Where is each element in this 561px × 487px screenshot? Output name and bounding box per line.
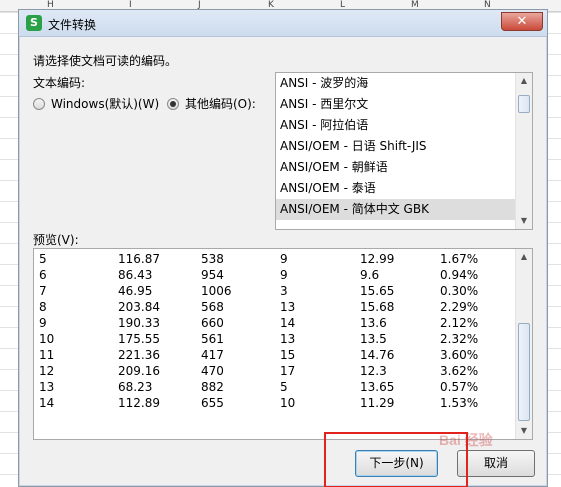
- preview-cell: 13: [39, 380, 55, 394]
- preview-cell: 17: [280, 364, 296, 378]
- preview-cell: 11.29: [360, 396, 395, 410]
- wps-logo-icon: S: [26, 15, 42, 31]
- preview-cell: 12.3: [360, 364, 387, 378]
- preview-cell: 2.29%: [440, 300, 479, 314]
- preview-cell: 538: [201, 252, 224, 266]
- scroll-up-arrow-icon[interactable]: ▲: [516, 249, 532, 265]
- file-conversion-dialog: S 文件转换 ✕ 请选择使文档可读的编码。 文本编码: Windows(默认)(…: [18, 9, 548, 487]
- radio-windows-label: Windows(默认)(W): [51, 97, 160, 111]
- preview-cell: 655: [201, 396, 224, 410]
- dialog-title: 文件转换: [48, 18, 97, 32]
- preview-cell: 12: [39, 364, 55, 378]
- preview-cell: 9: [39, 316, 47, 330]
- preview-cell: 175.55: [118, 332, 160, 346]
- preview-cell: 15.68: [360, 300, 395, 314]
- preview-cell: 3.60%: [440, 348, 479, 362]
- preview-cell: 9.6: [360, 268, 380, 282]
- preview-cell: 13: [280, 332, 296, 346]
- preview-cell: 14.76: [360, 348, 395, 362]
- preview-cell: 8: [39, 300, 47, 314]
- cancel-button[interactable]: 取消: [457, 450, 535, 477]
- preview-cell: 9: [280, 252, 288, 266]
- radio-other-label: 其他编码(O):: [185, 97, 256, 111]
- preview-cell: 2.32%: [440, 332, 479, 346]
- preview-cell: 0.94%: [440, 268, 479, 282]
- preview-cell: 6: [39, 268, 47, 282]
- preview-cell: 116.87: [118, 252, 160, 266]
- preview-cell: 203.84: [118, 300, 160, 314]
- encoding-list[interactable]: ANSI - 波罗的海 ANSI - 西里尔文 ANSI - 阿拉伯语 ANSI…: [275, 72, 533, 230]
- preview-cell: 3: [280, 284, 288, 298]
- preview-cell: 0.57%: [440, 380, 479, 394]
- preview-cell: 417: [201, 348, 224, 362]
- next-button[interactable]: 下一步(N): [355, 450, 438, 477]
- preview-cell: 221.36: [118, 348, 160, 362]
- preview-cell: 10: [280, 396, 296, 410]
- encoding-prompt: 请选择使文档可读的编码。: [33, 54, 178, 68]
- preview-cell: 5: [39, 252, 47, 266]
- preview-cell: 1.53%: [440, 396, 479, 410]
- scroll-up-arrow-icon[interactable]: ▲: [516, 73, 532, 89]
- preview-cell: 660: [201, 316, 224, 330]
- preview-cell: 5: [280, 380, 288, 394]
- encoding-list-scrollbar[interactable]: ▲ ▼: [515, 73, 532, 229]
- preview-cell: 7: [39, 284, 47, 298]
- preview-cell: 86.43: [118, 268, 153, 282]
- preview-cell: 14: [280, 316, 296, 330]
- preview-cell: 13.65: [360, 380, 395, 394]
- preview-cell: 1.67%: [440, 252, 479, 266]
- preview-cell: 13: [280, 300, 296, 314]
- preview-cell: 9: [280, 268, 288, 282]
- radio-windows-default[interactable]: Windows(默认)(W): [33, 95, 159, 112]
- preview-label: 预览(V):: [33, 233, 79, 247]
- preview-cell: 1006: [201, 284, 232, 298]
- encoding-option[interactable]: ANSI/OEM - 日语 Shift-JIS: [276, 136, 532, 157]
- scroll-down-arrow-icon[interactable]: ▼: [516, 423, 532, 439]
- scrollbar-thumb[interactable]: [518, 95, 530, 113]
- preview-cell: 46.95: [118, 284, 153, 298]
- preview-cell: 13.5: [360, 332, 387, 346]
- preview-cell: 15: [280, 348, 296, 362]
- preview-cell: 3.62%: [440, 364, 479, 378]
- preview-cell: 0.30%: [440, 284, 479, 298]
- encoding-option[interactable]: ANSI - 西里尔文: [276, 94, 532, 115]
- preview-cell: 2.12%: [440, 316, 479, 330]
- preview-cell: 209.16: [118, 364, 160, 378]
- encoding-option[interactable]: ANSI/OEM - 泰语: [276, 178, 532, 199]
- encoding-option-selected[interactable]: ANSI/OEM - 简体中文 GBK: [276, 199, 532, 220]
- preview-cell: 190.33: [118, 316, 160, 330]
- preview-cell: 112.89: [118, 396, 160, 410]
- preview-cell: 10: [39, 332, 55, 346]
- dialog-titlebar[interactable]: S 文件转换 ✕: [19, 10, 547, 37]
- radio-circle[interactable]: [33, 97, 45, 110]
- preview-cell: 561: [201, 332, 224, 346]
- preview-cell: 568: [201, 300, 224, 314]
- preview-pane[interactable]: 5 116.87 538 9 12.99 1.67% 6 86.43 954 9 9.6 0.94% 7…: [33, 248, 533, 440]
- close-button[interactable]: ✕: [501, 12, 543, 31]
- preview-cell: 470: [201, 364, 224, 378]
- encoding-option[interactable]: ANSI - 波罗的海: [276, 73, 532, 94]
- preview-cell: 13.6: [360, 316, 387, 330]
- preview-cell: 882: [201, 380, 224, 394]
- encoding-option[interactable]: ANSI/OEM - 朝鲜语: [276, 157, 532, 178]
- text-encoding-label: 文本编码:: [33, 76, 86, 90]
- radio-circle-checked[interactable]: [167, 97, 179, 110]
- preview-cell: 14: [39, 396, 55, 410]
- radio-other-encoding[interactable]: 其他编码(O):: [167, 95, 256, 112]
- preview-cell: 12.99: [360, 252, 395, 266]
- encoding-option[interactable]: ANSI - 阿拉伯语: [276, 115, 532, 136]
- preview-cell: 954: [201, 268, 224, 282]
- scroll-down-arrow-icon[interactable]: ▼: [516, 213, 532, 229]
- preview-cell: 11: [39, 348, 55, 362]
- preview-cell: 15.65: [360, 284, 395, 298]
- watermark-logo: Bai 经验: [439, 432, 493, 448]
- scrollbar-thumb[interactable]: [518, 323, 530, 421]
- preview-cell: 68.23: [118, 380, 153, 394]
- preview-scrollbar[interactable]: ▲ ▼: [515, 249, 532, 439]
